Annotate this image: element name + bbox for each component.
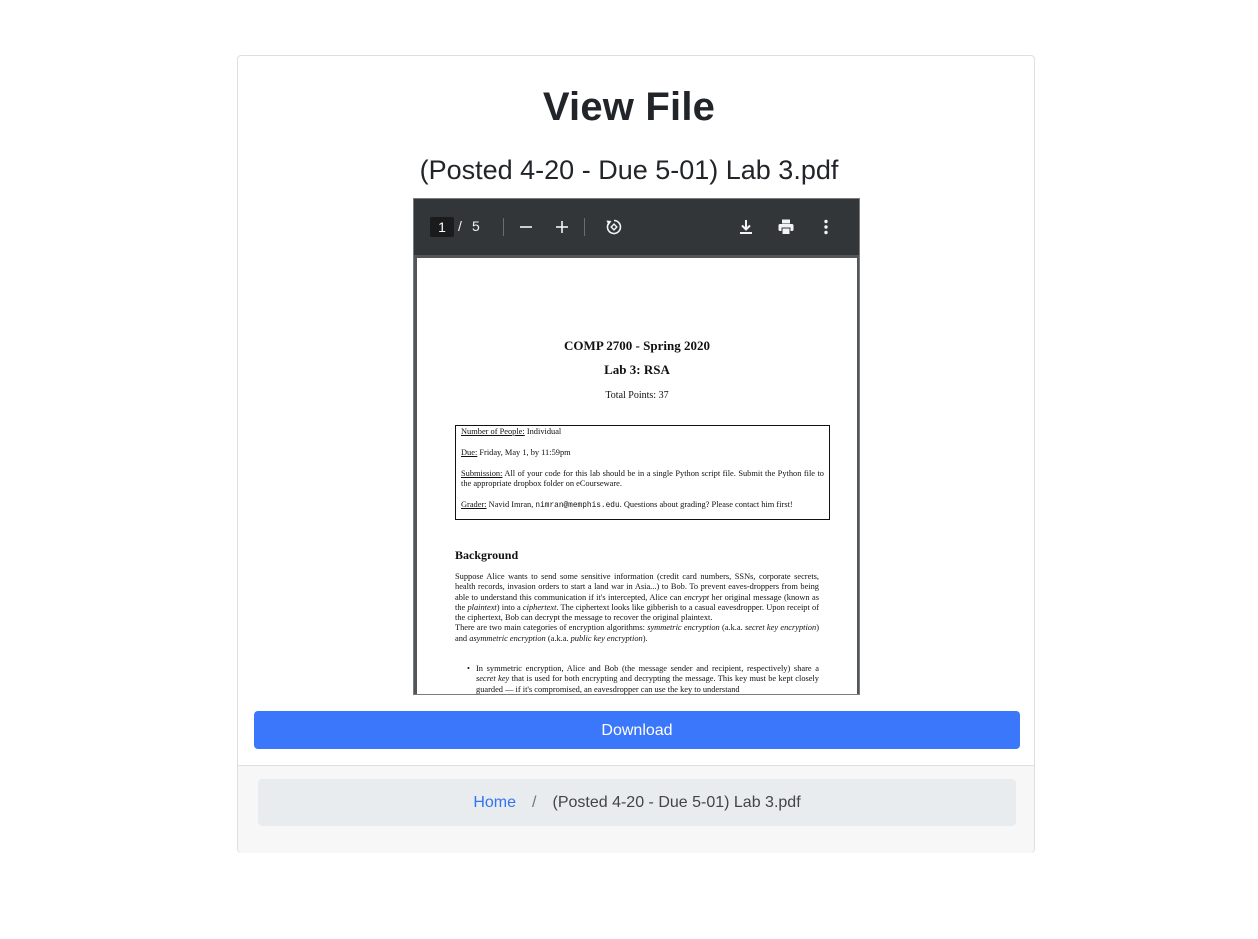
- toolbar-divider: [584, 218, 585, 236]
- breadcrumb-current: (Posted 4-20 - Due 5-01) Lab 3.pdf: [552, 793, 801, 811]
- doc-submission-label: Submission:: [461, 468, 503, 478]
- zoom-in-icon[interactable]: [548, 213, 576, 241]
- doc-course-title: COMP 2700 - Spring 2020: [564, 338, 710, 353]
- breadcrumb-separator: /: [532, 793, 537, 811]
- page-number-input[interactable]: 1: [430, 217, 454, 237]
- more-options-icon[interactable]: [812, 213, 840, 241]
- doc-submission-line: Submission: All of your code for this la…: [461, 469, 824, 490]
- doc-bullet-item: • In symmetric encryption, Alice and Bob…: [467, 664, 819, 694]
- zoom-out-icon[interactable]: [512, 213, 540, 241]
- download-icon[interactable]: [732, 213, 760, 241]
- doc-people-value: Individual: [524, 427, 562, 436]
- doc-grader-note: . Questions about grading? Please contac…: [619, 499, 793, 509]
- doc-grader-label: Grader:: [461, 499, 487, 509]
- breadcrumb-home-link[interactable]: Home: [473, 794, 516, 812]
- doc-paragraph-2: There are two main categories of encrypt…: [455, 623, 819, 643]
- doc-due-value: Friday, May 1, by 11:59pm: [477, 447, 571, 457]
- doc-total-points: Total Points: 37: [605, 390, 669, 401]
- doc-grader-name: Navid Imran,: [486, 499, 536, 509]
- doc-grader-line: Grader: Navid Imran, nimran@memphis.edu.…: [461, 500, 824, 511]
- doc-info-box: Number of People: Individual Due: Friday…: [455, 425, 830, 520]
- breadcrumb: Home / (Posted 4-20 - Due 5-01) Lab 3.pd…: [258, 779, 1016, 826]
- bullet-dot: •: [467, 664, 470, 673]
- doc-body-text: Suppose Alice wants to send some sensiti…: [455, 572, 819, 644]
- doc-people-label: Number of People:: [461, 427, 525, 436]
- pdf-toolbar: 1 / 5: [414, 199, 859, 255]
- doc-paragraph-1: Suppose Alice wants to send some sensiti…: [455, 572, 820, 623]
- total-pages: 5: [472, 218, 480, 234]
- doc-people-line: Number of People: Individual: [461, 427, 824, 437]
- rotate-icon[interactable]: [600, 213, 628, 241]
- doc-due-label: Due:: [461, 447, 478, 457]
- toolbar-divider: [503, 218, 504, 236]
- download-button[interactable]: Download: [254, 711, 1020, 749]
- card-footer: Home / (Posted 4-20 - Due 5-01) Lab 3.pd…: [238, 765, 1034, 853]
- doc-grader-email: nimran@memphis.edu: [535, 501, 620, 510]
- page-title: View File: [542, 85, 716, 129]
- doc-section-heading: Background: [455, 548, 519, 562]
- doc-lab-title: Lab 3: RSA: [604, 362, 670, 377]
- page-separator: /: [458, 218, 462, 234]
- pdf-viewer[interactable]: 1 / 5 COMP 2700 - Spring 2020 Lab 3: RSA…: [413, 198, 860, 695]
- file-name-heading: (Posted 4-20 - Due 5-01) Lab 3.pdf: [419, 155, 839, 185]
- doc-submission-value: All of your code for this lab should be …: [461, 468, 824, 488]
- print-icon[interactable]: [772, 213, 800, 241]
- doc-bullet-text: In symmetric encryption, Alice and Bob (…: [476, 664, 819, 694]
- pdf-page: COMP 2700 - Spring 2020 Lab 3: RSA Total…: [417, 258, 857, 694]
- doc-due-line: Due: Friday, May 1, by 11:59pm: [461, 448, 824, 458]
